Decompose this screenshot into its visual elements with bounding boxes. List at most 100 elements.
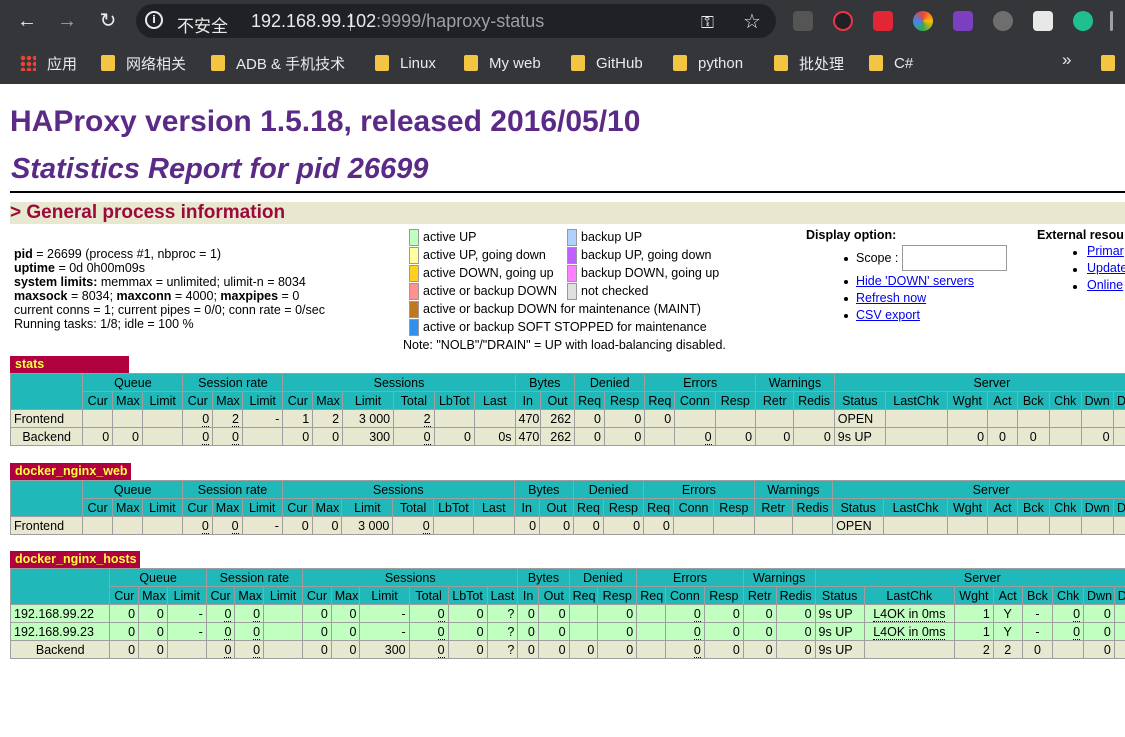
legend-swatch	[567, 228, 577, 246]
csv-export-link[interactable]: CSV export	[856, 308, 920, 322]
table-cell	[987, 409, 1018, 428]
column-group-header-row: Queue Session rate Sessions Bytes Denied Erro…	[9, 373, 1125, 410]
group-header-server: Server	[833, 373, 1125, 392]
column-header: LbTot	[447, 586, 488, 605]
extension-rp-icon[interactable]	[953, 11, 973, 31]
online-manual-link[interactable]: Online	[1087, 278, 1123, 292]
display-option-title: Display option:	[806, 228, 897, 242]
bookmark-adb[interactable]: ADB & 手机技术	[211, 53, 345, 73]
bookmark-star-icon[interactable]: ☆	[743, 9, 761, 34]
folder-icon	[464, 55, 478, 71]
legend-swatch	[409, 264, 419, 282]
table-cell	[1048, 409, 1082, 428]
row-label[interactable]: Frontend	[9, 409, 84, 428]
bookmark-github[interactable]: GitHub	[571, 53, 643, 73]
key-icon[interactable]: ⚿	[701, 13, 714, 33]
column-header: Total	[393, 391, 435, 410]
column-header: Req	[574, 391, 605, 410]
legend-swatch	[567, 264, 577, 282]
table-cell: 0	[574, 409, 605, 428]
table-cell	[1016, 516, 1050, 535]
table-cell: Y	[992, 604, 1023, 623]
page-subtitle: Statistics Report for pid 26699	[11, 153, 429, 185]
folder-icon	[1101, 55, 1115, 71]
bookmark-other[interactable]	[1101, 53, 1125, 73]
column-header: Limit	[263, 586, 304, 605]
hide-down-servers-link[interactable]: Hide 'DOWN' servers	[856, 274, 974, 288]
extension-download-icon[interactable]	[993, 11, 1013, 31]
extension-en-icon[interactable]	[793, 11, 813, 31]
table-cell	[753, 516, 793, 535]
bullet	[1073, 251, 1077, 255]
bookmarks-overflow-button[interactable]: »	[1062, 50, 1071, 70]
column-header: In	[517, 586, 539, 605]
folder-icon	[673, 55, 687, 71]
extension-red-icon[interactable]	[873, 11, 893, 31]
bookmark-csharp[interactable]: C#	[869, 53, 913, 73]
column-header: Wght	[946, 391, 989, 410]
group-header-bytes: Bytes	[517, 568, 570, 587]
column-header: Cur	[302, 586, 332, 605]
reload-button[interactable]: ↻	[94, 7, 122, 35]
group-header-errors: Errors	[643, 480, 755, 499]
row-label[interactable]: 192.168.99.22	[9, 604, 111, 623]
row-label[interactable]: 192.168.99.23	[9, 622, 111, 641]
table-cell	[568, 622, 599, 641]
column-header: Redis	[793, 391, 835, 410]
bookmark-label: ADB & 手机技术	[236, 55, 346, 73]
url-path: :9999/haproxy-status	[376, 11, 545, 31]
primary-site-link[interactable]: Primar	[1087, 244, 1124, 258]
proxy-name-stats[interactable]: stats	[10, 356, 129, 373]
folder-icon	[211, 55, 225, 71]
table-cell: 0	[597, 640, 638, 659]
column-header: Dwn	[1083, 586, 1115, 605]
column-header: Out	[539, 498, 575, 517]
table-cell: 0	[603, 409, 646, 428]
table-cell	[1048, 516, 1082, 535]
table-cell: 2	[212, 409, 243, 428]
process-line: pid = 26699 (process #1, nbproc = 1)	[14, 247, 222, 261]
table-cell	[141, 516, 184, 535]
extension-sync-icon[interactable]	[1073, 11, 1093, 31]
bookmark-label: python	[698, 54, 744, 72]
bookmark-my-web[interactable]: My web	[464, 53, 541, 73]
bookmark-network[interactable]: 网络相关	[101, 53, 186, 73]
table-cell: 0	[742, 604, 777, 623]
bookmark-apps[interactable]: 应用	[20, 53, 77, 73]
back-button[interactable]: ←	[13, 7, 41, 35]
folder-icon	[101, 55, 115, 71]
info-icon[interactable]: i	[145, 11, 163, 29]
table-cell: -	[1021, 604, 1054, 623]
table-cell	[141, 427, 184, 446]
table-cell: -	[241, 409, 284, 428]
table-cell	[636, 640, 666, 659]
extension-color-icon[interactable]	[913, 11, 933, 31]
table-cell: 0	[138, 604, 168, 623]
column-header: Out	[537, 586, 570, 605]
row-label[interactable]: Frontend	[9, 516, 84, 535]
table-cell	[432, 516, 475, 535]
scope-input[interactable]	[902, 245, 1007, 271]
bookmark-linux[interactable]: Linux	[375, 53, 436, 73]
forward-button[interactable]: →	[53, 7, 81, 35]
group-header-sessions: Sessions	[302, 568, 519, 587]
security-label: 不安全	[177, 17, 228, 36]
proxy-name-docker-nginx-hosts[interactable]: docker_nginx_hosts	[10, 551, 140, 568]
updates-link[interactable]: Update	[1087, 261, 1125, 275]
row-label[interactable]: Backend	[9, 427, 84, 446]
bookmark-python[interactable]: python	[673, 53, 743, 73]
table-cell: 0	[946, 427, 989, 446]
extension-pdf-icon[interactable]	[1033, 11, 1053, 31]
refresh-now-link[interactable]: Refresh now	[856, 291, 926, 305]
bookmark-label: C#	[894, 54, 914, 72]
bookmark-batch[interactable]: 批处理	[774, 53, 844, 73]
group-header-session-rate: Session rate	[205, 568, 304, 587]
url-text[interactable]: 192.168.99.102:9999/haproxy-status	[251, 11, 544, 32]
address-bar[interactable]: i 不安全 192.168.99.102:9999/haproxy-status…	[136, 4, 776, 38]
column-header: Chk	[1052, 586, 1085, 605]
proxy-name-docker-nginx-web[interactable]: docker_nginx_web	[10, 463, 131, 480]
column-header: Limit	[241, 391, 284, 410]
row-label[interactable]: Backend	[9, 640, 111, 659]
extension-gauge-icon[interactable]	[833, 11, 853, 31]
column-header: Max	[112, 391, 143, 410]
